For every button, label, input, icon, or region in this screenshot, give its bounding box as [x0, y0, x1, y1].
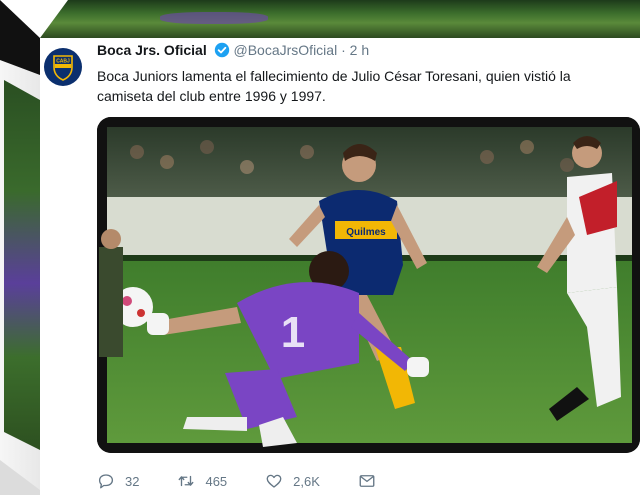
message-icon: [359, 475, 375, 487]
verified-badge-icon: [214, 42, 230, 61]
retweet-count: 465: [205, 473, 228, 489]
steward: [99, 229, 123, 357]
football-match-photo: Quilmes 1: [97, 117, 640, 453]
direct-message-button[interactable]: [358, 472, 386, 490]
like-button[interactable]: 2,6K: [265, 472, 320, 490]
handle[interactable]: @BocaJrsOficial: [234, 42, 338, 58]
tweet-photo[interactable]: Quilmes 1: [97, 117, 640, 453]
reply-count: 32: [125, 473, 140, 489]
separator: ·: [341, 42, 346, 58]
reply-button[interactable]: 32: [97, 472, 139, 490]
avatar[interactable]: CABJ: [44, 48, 82, 86]
tweet-text: Boca Juniors lamenta el fallecimiento de…: [97, 68, 571, 104]
svg-text:Quilmes: Quilmes: [346, 227, 386, 238]
cube-left-photo-strip: [4, 80, 40, 450]
tweet-card[interactable]: CABJ Boca Jrs. Oficial @BocaJrsOficial ·…: [40, 38, 640, 495]
timestamp[interactable]: 2 h: [350, 42, 369, 58]
retweet-button[interactable]: 465: [177, 472, 227, 490]
cube-top-face: [40, 0, 640, 38]
like-count: 2,6K: [293, 473, 320, 489]
svg-text:1: 1: [281, 308, 305, 357]
retweet-icon: [179, 475, 194, 487]
display-name[interactable]: Boca Jrs. Oficial: [97, 42, 207, 58]
boca-crest-icon: CABJ: [53, 55, 73, 81]
tweet-header: Boca Jrs. Oficial @BocaJrsOficial · 2 h: [97, 42, 369, 61]
tweet-actions: 32 465 2,6K: [97, 468, 637, 494]
svg-text:CABJ: CABJ: [56, 59, 70, 65]
reply-icon: [98, 474, 114, 489]
heart-icon: [266, 474, 282, 488]
